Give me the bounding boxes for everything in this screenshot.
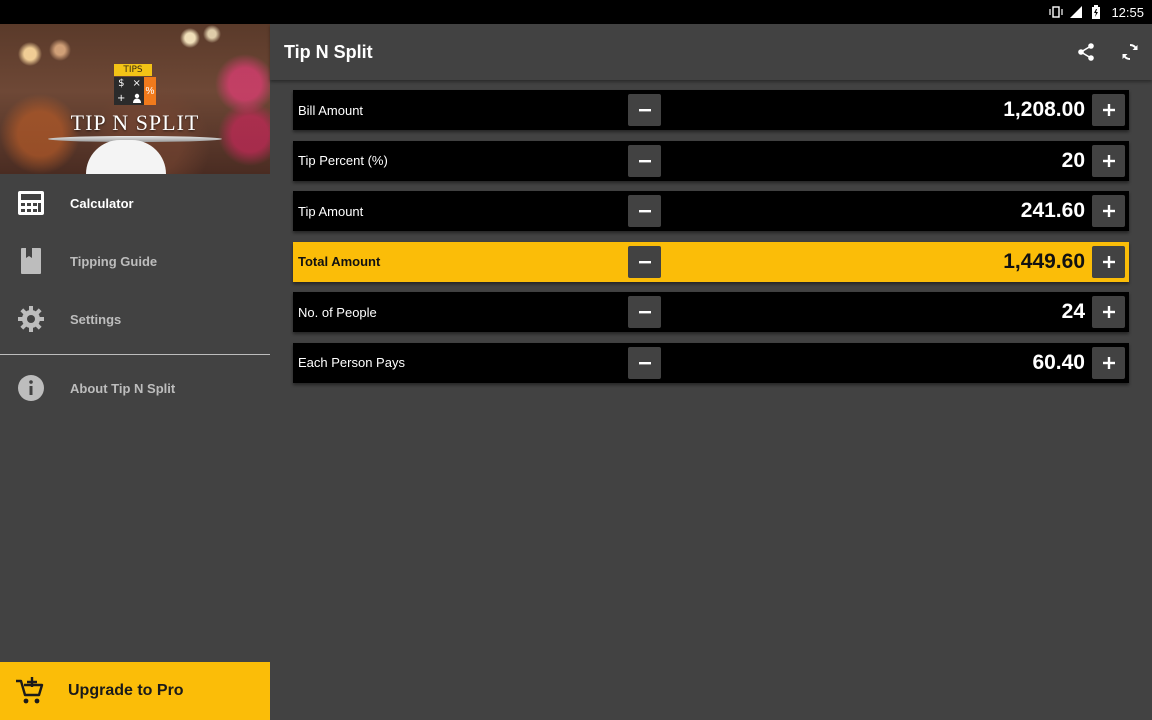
upgrade-to-pro-button[interactable]: Upgrade to Pro — [0, 662, 270, 720]
row-value[interactable]: 1,208.00 — [1003, 98, 1085, 122]
calculator-rows: Bill Amount 1,208.00 Tip Percent (%) 20 … — [293, 90, 1129, 393]
gear-icon — [16, 304, 46, 334]
row-bill-amount: Bill Amount 1,208.00 — [293, 90, 1129, 130]
cart-plus-icon — [14, 675, 46, 707]
row-tip-amount: Tip Amount 241.60 — [293, 191, 1129, 231]
nav-divider — [0, 354, 270, 355]
nav-item-calculator[interactable]: Calculator — [0, 174, 270, 232]
plus-icon — [1102, 255, 1115, 268]
glove-graphic — [86, 140, 166, 174]
app-bar: Tip N Split — [270, 24, 1152, 80]
increment-button[interactable] — [1092, 245, 1125, 278]
plus-icon — [1102, 356, 1115, 369]
minus-icon — [638, 210, 651, 213]
plus-icon — [1102, 104, 1115, 116]
plus-icon — [1102, 306, 1115, 318]
decrement-button[interactable] — [628, 195, 661, 227]
minus-icon — [638, 311, 651, 314]
row-value[interactable]: 20 — [1062, 149, 1085, 173]
minus-icon — [638, 159, 651, 162]
row-tip-percent: Tip Percent (%) 20 — [293, 140, 1129, 181]
calculator-icon — [16, 188, 46, 218]
share-button[interactable] — [1064, 30, 1108, 74]
nav-label-tipping-guide: Tipping Guide — [70, 253, 158, 269]
row-each-person-pays: Each Person Pays 60.40 — [293, 342, 1129, 383]
row-total-amount: Total Amount 1,449.60 — [293, 241, 1129, 282]
decrement-button[interactable] — [628, 144, 661, 177]
brand-name: TIP N SPLIT — [70, 110, 200, 135]
decrement-button[interactable] — [628, 94, 661, 126]
row-label: Tip Amount — [298, 203, 364, 219]
logo-dollar: $ — [118, 78, 125, 90]
navigation-drawer: TIPS $ × + % TIP N SPLIT Calculator Tipp… — [0, 24, 270, 720]
increment-button[interactable] — [1092, 195, 1125, 227]
decrement-button[interactable] — [628, 346, 661, 379]
row-value[interactable]: 1,449.60 — [1003, 250, 1085, 274]
nav-item-about[interactable]: About Tip N Split — [0, 359, 270, 417]
app-logo: TIPS $ × + % — [112, 64, 156, 106]
battery-icon — [1089, 5, 1103, 19]
refresh-button[interactable] — [1108, 30, 1152, 74]
upgrade-label: Upgrade to Pro — [68, 682, 184, 699]
row-value[interactable]: 24 — [1062, 300, 1085, 324]
app-title: Tip N Split — [284, 41, 373, 62]
row-label: Each Person Pays — [298, 355, 405, 370]
row-label: No. of People — [298, 304, 377, 320]
nav-label-settings: Settings — [70, 311, 122, 327]
share-icon — [1078, 43, 1094, 61]
row-label: Tip Percent (%) — [298, 153, 388, 168]
nav-label-calculator: Calculator — [70, 195, 134, 211]
logo-grid: $ × + — [114, 77, 144, 105]
increment-button[interactable] — [1092, 296, 1125, 328]
logo-times: × — [132, 78, 141, 90]
minus-icon — [638, 260, 651, 263]
decrement-button[interactable] — [628, 245, 661, 278]
plus-icon — [1102, 154, 1115, 167]
nav-label-about: About Tip N Split — [70, 380, 176, 396]
nav-item-tipping-guide[interactable]: Tipping Guide — [0, 232, 270, 290]
signal-icon — [1069, 5, 1083, 19]
minus-icon — [638, 361, 651, 364]
row-value[interactable]: 241.60 — [1021, 199, 1085, 223]
drawer-header-image: TIPS $ × + % TIP N SPLIT — [0, 24, 270, 174]
minus-icon — [638, 109, 651, 112]
increment-button[interactable] — [1092, 346, 1125, 379]
logo-tab-label: TIPS — [114, 64, 152, 76]
increment-button[interactable] — [1092, 94, 1125, 126]
logo-percent: % — [144, 77, 156, 105]
row-label: Total Amount — [298, 254, 381, 269]
drawer-nav: Calculator Tipping Guide Settings About … — [0, 174, 270, 417]
status-time: 12:55 — [1111, 4, 1144, 20]
row-label: Bill Amount — [298, 102, 364, 118]
nav-item-settings[interactable]: Settings — [0, 290, 270, 348]
plus-icon — [1102, 205, 1115, 217]
row-value[interactable]: 60.40 — [1032, 351, 1085, 375]
info-icon — [16, 373, 46, 403]
person-icon — [130, 92, 145, 106]
decrement-button[interactable] — [628, 296, 661, 328]
logo-plus: + — [117, 92, 126, 104]
row-number-of-people: No. of People 24 — [293, 292, 1129, 332]
refresh-icon — [1122, 44, 1138, 60]
increment-button[interactable] — [1092, 144, 1125, 177]
book-icon — [16, 246, 46, 276]
status-bar: 12:55 — [0, 0, 1152, 24]
vibrate-icon — [1049, 5, 1064, 19]
